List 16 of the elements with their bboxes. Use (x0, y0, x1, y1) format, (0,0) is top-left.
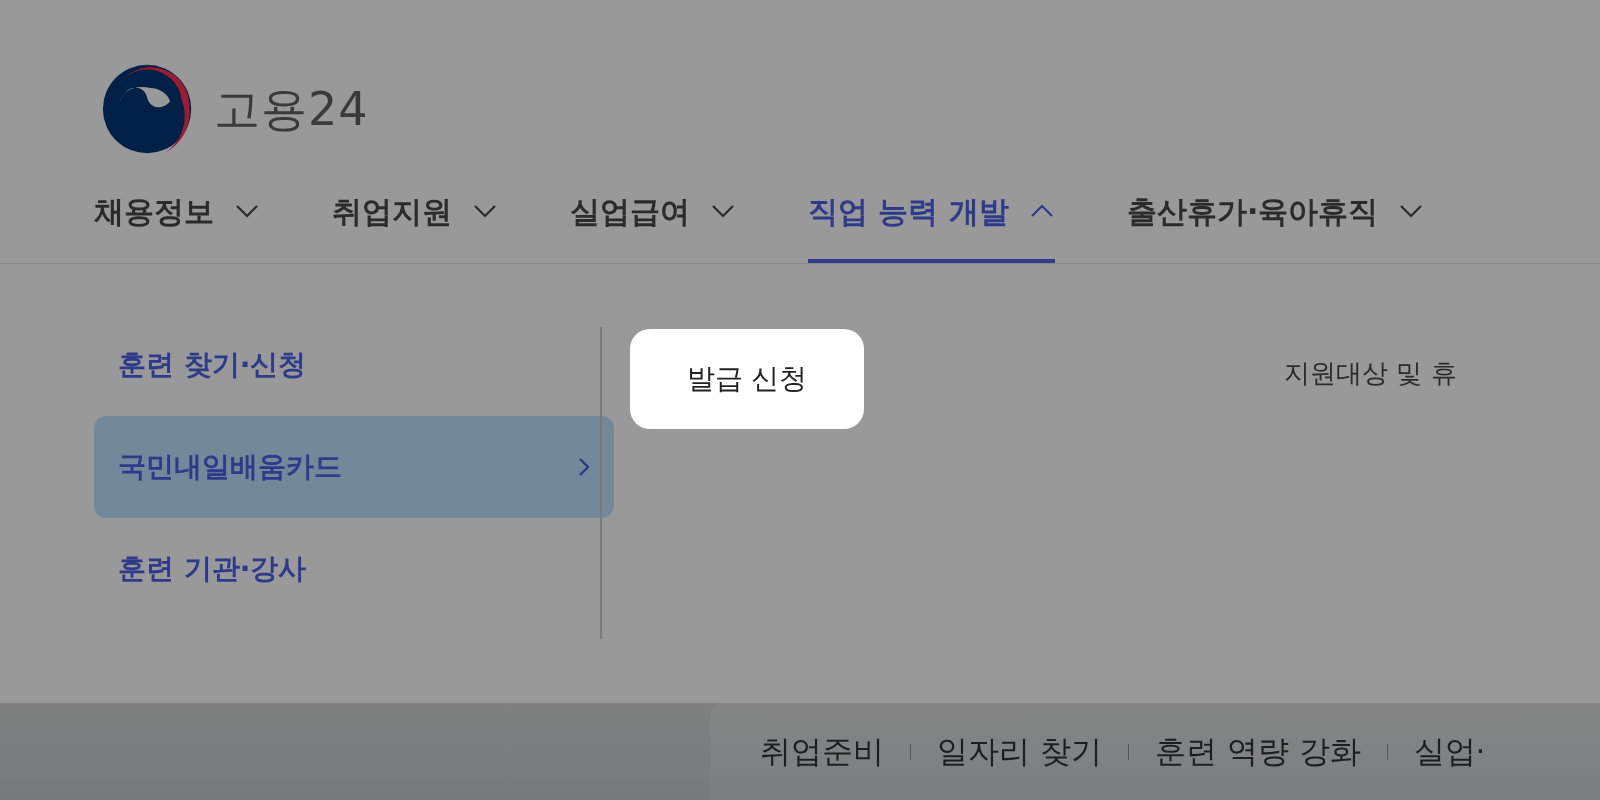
chevron-right-icon (578, 457, 590, 477)
nav-tab[interactable]: 취업지원 (332, 160, 498, 263)
nav-tab[interactable]: 직업 능력 개발 (808, 160, 1055, 263)
nav-tab[interactable]: 채용정보 (94, 160, 260, 263)
submenu-item[interactable]: 국민내일배움카드 (94, 416, 614, 518)
footer-link[interactable]: 훈련 역량 강화 (1154, 728, 1361, 775)
footer-link[interactable]: 취업준비 (760, 728, 884, 775)
nav-tab[interactable]: 실업급여 (570, 160, 736, 263)
submenu-item[interactable]: 훈련 찾기·신청 (94, 314, 614, 416)
nav-tab[interactable]: 출산휴가·육아휴직 (1126, 160, 1425, 263)
submenu-item[interactable]: 훈련 기관·강사 (94, 518, 614, 620)
footer-link[interactable]: 실업· (1413, 728, 1486, 775)
footer-link[interactable]: 일자리 찾기 (937, 728, 1102, 775)
apply-button[interactable]: 발급 신청 (630, 329, 864, 429)
menu-link[interactable]: 지원대상 및 휴 (1284, 354, 1457, 393)
site-logo-text[interactable]: 고용24 (214, 74, 369, 144)
